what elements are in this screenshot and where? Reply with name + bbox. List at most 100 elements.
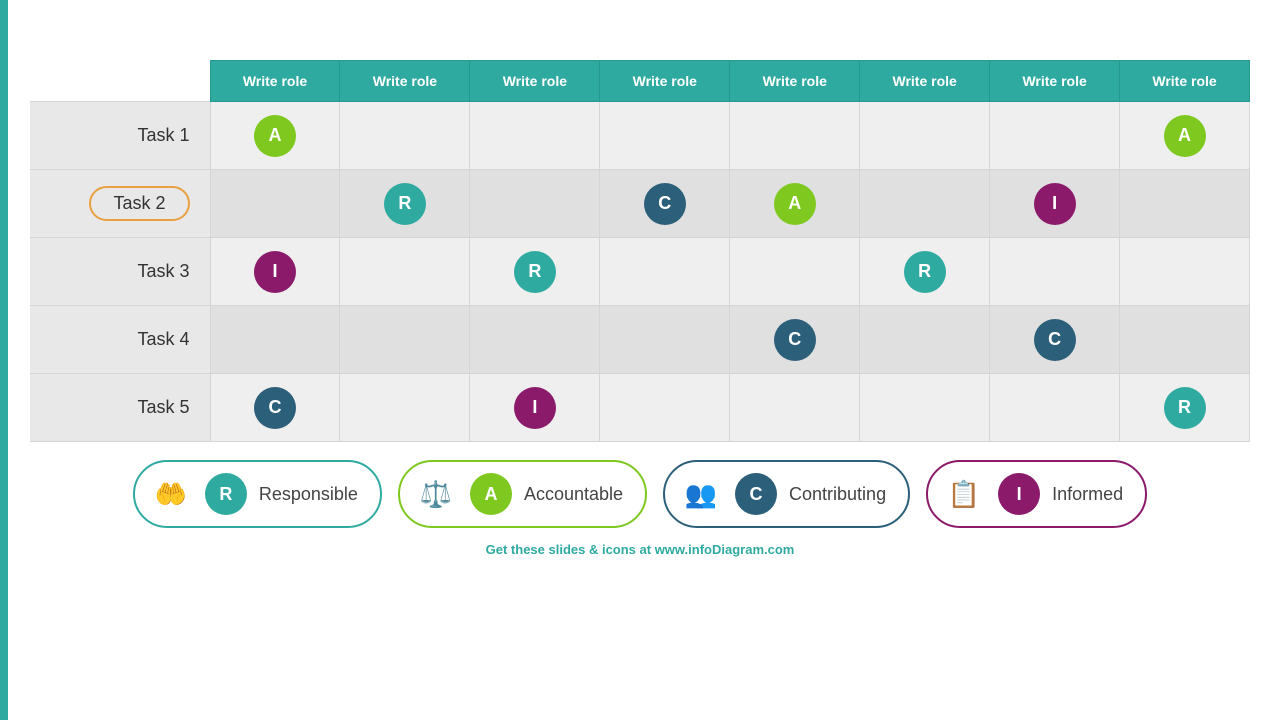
footer: Get these slides & icons at www.infoDiag… <box>0 538 1280 557</box>
table-row-5: Task 5 C I R <box>30 374 1250 442</box>
badge-R-r5-c8: R <box>1164 387 1206 429</box>
table-row-4: Task 4 C C <box>30 306 1250 374</box>
cell-r1-c8: A <box>1120 102 1250 170</box>
legend-item-c: 👥 C Contributing <box>663 460 910 528</box>
cell-r2-c4: C <box>600 170 730 238</box>
legend-item-r: 🤲 R Responsible <box>133 460 382 528</box>
raci-table: Write roleWrite roleWrite roleWrite role… <box>30 60 1250 442</box>
cell-r5-c4 <box>600 374 730 442</box>
cell-r2-c1 <box>210 170 340 238</box>
cell-r1-c1: A <box>210 102 340 170</box>
table-header-row: Write roleWrite roleWrite roleWrite role… <box>30 61 1250 102</box>
task-label-4: Task 4 <box>30 306 210 374</box>
legend-badge-i: I <box>998 473 1040 515</box>
cell-r4-c4 <box>600 306 730 374</box>
header-col-8: Write role <box>1120 61 1250 102</box>
cell-r3-c3: R <box>470 238 600 306</box>
task-label-2: Task 2 <box>30 170 210 238</box>
header-col-4: Write role <box>600 61 730 102</box>
badge-I-r5-c3: I <box>514 387 556 429</box>
cell-r3-c2 <box>340 238 470 306</box>
header-col-7: Write role <box>990 61 1120 102</box>
badge-A-r1-c1: A <box>254 115 296 157</box>
cell-r3-c4 <box>600 238 730 306</box>
cell-r5-c2 <box>340 374 470 442</box>
cell-r1-c2 <box>340 102 470 170</box>
cell-r4-c7: C <box>990 306 1120 374</box>
cell-r4-c1 <box>210 306 340 374</box>
legend-area: 🤲 R Responsible ⚖️ A Accountable 👥 C Contributin… <box>0 442 1280 538</box>
table-row-3: Task 3 I R R <box>30 238 1250 306</box>
legend-label-c: Contributing <box>789 484 886 505</box>
cell-r2-c5: A <box>730 170 860 238</box>
legend-icon-i: 📋 <box>942 472 986 516</box>
badge-C-r4-c5: C <box>774 319 816 361</box>
badge-C-r5-c1: C <box>254 387 296 429</box>
cell-r2-c8 <box>1120 170 1250 238</box>
legend-icon-r: 🤲 <box>149 472 193 516</box>
slide: Write roleWrite roleWrite roleWrite role… <box>0 0 1280 720</box>
header-col-3: Write role <box>470 61 600 102</box>
cell-r2-c6 <box>860 170 990 238</box>
task-label-3: Task 3 <box>30 238 210 306</box>
legend-label-i: Informed <box>1052 484 1123 505</box>
table-container: Write roleWrite roleWrite roleWrite role… <box>0 60 1280 442</box>
badge-R-r3-c3: R <box>514 251 556 293</box>
cell-r4-c6 <box>860 306 990 374</box>
cell-r5-c1: C <box>210 374 340 442</box>
cell-r3-c1: I <box>210 238 340 306</box>
cell-r2-c7: I <box>990 170 1120 238</box>
cell-r1-c3 <box>470 102 600 170</box>
legend-icon-c: 👥 <box>679 472 723 516</box>
legend-badge-r: R <box>205 473 247 515</box>
task-label-1: Task 1 <box>30 102 210 170</box>
cell-r4-c3 <box>470 306 600 374</box>
legend-badge-c: C <box>735 473 777 515</box>
header-task-col <box>30 61 210 102</box>
legend-item-i: 📋 I Informed <box>926 460 1147 528</box>
cell-r5-c7 <box>990 374 1120 442</box>
badge-I-r2-c7: I <box>1034 183 1076 225</box>
cell-r4-c8 <box>1120 306 1250 374</box>
legend-icon-a: ⚖️ <box>414 472 458 516</box>
legend-label-r: Responsible <box>259 484 358 505</box>
title-area <box>0 0 1280 50</box>
cell-r5-c5 <box>730 374 860 442</box>
header-col-1: Write role <box>210 61 340 102</box>
cell-r4-c2 <box>340 306 470 374</box>
badge-R-r2-c2: R <box>384 183 426 225</box>
badge-A-r1-c8: A <box>1164 115 1206 157</box>
badge-A-r2-c5: A <box>774 183 816 225</box>
table-row-2: Task 2 R C A I <box>30 170 1250 238</box>
header-col-2: Write role <box>340 61 470 102</box>
header-col-5: Write role <box>730 61 860 102</box>
footer-text: Get these slides & icons at www.infoDiag… <box>486 542 795 557</box>
cell-r5-c6 <box>860 374 990 442</box>
legend-item-a: ⚖️ A Accountable <box>398 460 647 528</box>
cell-r4-c5: C <box>730 306 860 374</box>
cell-r3-c5 <box>730 238 860 306</box>
brand-name: infoDiagram <box>688 542 764 557</box>
cell-r3-c6: R <box>860 238 990 306</box>
legend-label-a: Accountable <box>524 484 623 505</box>
cell-r3-c7 <box>990 238 1120 306</box>
cell-r1-c4 <box>600 102 730 170</box>
cell-r5-c3: I <box>470 374 600 442</box>
badge-C-r4-c7: C <box>1034 319 1076 361</box>
cell-r1-c6 <box>860 102 990 170</box>
accent-bar <box>0 0 8 720</box>
cell-r5-c8: R <box>1120 374 1250 442</box>
table-row-1: Task 1 A A <box>30 102 1250 170</box>
badge-C-r2-c4: C <box>644 183 686 225</box>
cell-r2-c2: R <box>340 170 470 238</box>
task-label-5: Task 5 <box>30 374 210 442</box>
badge-I-r3-c1: I <box>254 251 296 293</box>
cell-r3-c8 <box>1120 238 1250 306</box>
highlighted-task-label: Task 2 <box>89 186 189 221</box>
cell-r1-c7 <box>990 102 1120 170</box>
legend-badge-a: A <box>470 473 512 515</box>
cell-r1-c5 <box>730 102 860 170</box>
cell-r2-c3 <box>470 170 600 238</box>
header-col-6: Write role <box>860 61 990 102</box>
badge-R-r3-c6: R <box>904 251 946 293</box>
